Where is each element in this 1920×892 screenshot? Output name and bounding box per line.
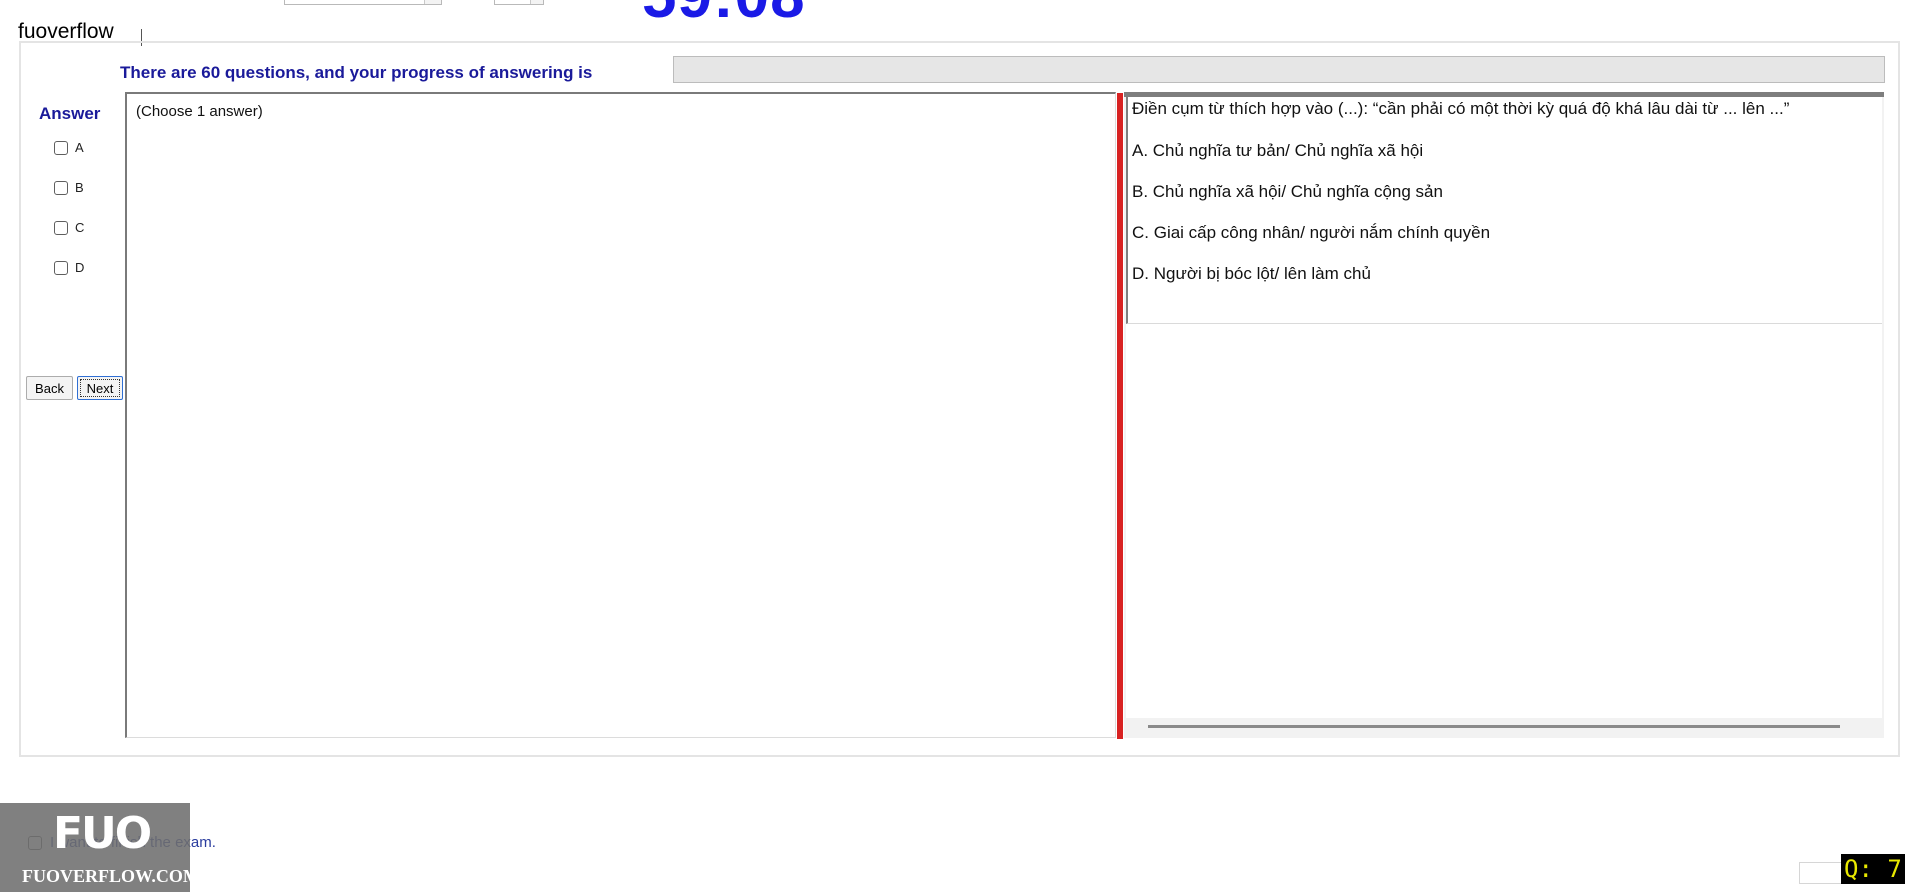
answer-option-c[interactable]: C <box>54 220 84 235</box>
option-label: C <box>75 220 85 235</box>
checkbox[interactable] <box>54 180 68 195</box>
progress-label: There are 60 questions, and your progres… <box>120 63 593 82</box>
checkbox[interactable] <box>54 140 68 155</box>
option-label: B <box>75 180 84 195</box>
question-counter: Q: 7 <box>1841 854 1905 884</box>
chevron-down-icon[interactable] <box>424 0 441 4</box>
progress-bar <box>673 56 1885 83</box>
answer-heading: Answer <box>39 104 101 123</box>
choose-hint: (Choose 1 answer) <box>136 103 263 120</box>
answer-option-a[interactable]: A <box>54 140 84 155</box>
back-button[interactable]: Back <box>26 376 73 400</box>
question-text: Điền cụm từ thích hợp vào (...): “cần ph… <box>1132 99 1790 118</box>
option-label: A <box>75 140 84 155</box>
question-choice-a: A. Chủ nghĩa tư bản/ Chủ nghĩa xã hội <box>1132 141 1424 160</box>
question-choice-c: C. Giai cấp công nhân/ người nắm chính q… <box>1132 223 1491 242</box>
countdown-timer: 59:08 <box>642 0 806 28</box>
question-lower-area <box>1126 324 1882 718</box>
question-content <box>1126 97 1882 324</box>
horizontal-scrollbar[interactable] <box>1148 725 1840 728</box>
option-label: D <box>75 260 85 275</box>
panel-splitter[interactable] <box>1117 93 1123 739</box>
exam-code-combobox[interactable] <box>284 0 442 5</box>
answer-text-panel[interactable] <box>125 92 1116 738</box>
checkbox[interactable] <box>54 260 68 275</box>
spinner-arrows-icon[interactable] <box>530 0 543 4</box>
logo-mark: FUO <box>53 808 152 859</box>
answer-option-b[interactable]: B <box>54 180 84 195</box>
small-status-box <box>1799 862 1845 884</box>
question-choice-d: D. Người bị bóc lột/ lên làm chủ <box>1132 264 1371 283</box>
logo-text: FUOVERFLOW.COM <box>22 866 200 886</box>
font-size-spinner[interactable] <box>494 0 544 5</box>
next-button[interactable]: Next <box>77 376 123 400</box>
answer-option-d[interactable]: D <box>54 260 84 275</box>
checkbox[interactable] <box>54 220 68 235</box>
question-choice-b: B. Chủ nghĩa xã hội/ Chủ nghĩa cộng sản <box>1132 182 1443 201</box>
